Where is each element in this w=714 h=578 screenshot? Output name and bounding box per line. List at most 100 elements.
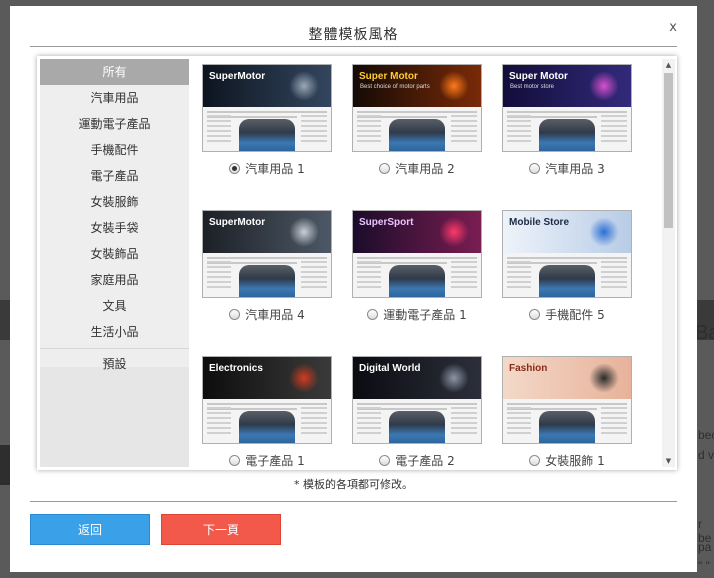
template-thumbnail[interactable]: Electronics [202,356,332,444]
banner-graphic [589,363,619,393]
template-banner: SuperMotor [203,211,331,253]
category-separator [40,348,189,349]
template-tile[interactable]: Digital World 電子產品 2 [352,356,482,469]
template-label: 女裝服飾 1 [545,454,605,468]
preview-sidebar [207,261,231,297]
template-option[interactable]: 電子產品 2 [352,452,482,469]
template-thumbnail[interactable]: Super Motor Best motor store [502,64,632,152]
template-option[interactable]: 手機配件 5 [502,306,632,323]
template-option[interactable]: 汽車用品 1 [202,160,332,177]
preview-text-column [301,261,327,297]
banner-graphic [589,71,619,101]
background-header-bar [0,300,10,340]
scroll-up-icon[interactable]: ▲ [662,59,675,71]
template-tile[interactable]: SuperSport 運動電子產品 1 [352,210,482,323]
radio-button[interactable] [379,455,391,466]
preview-sidebar [207,115,231,151]
background-text-3: d v [698,448,714,462]
next-page-button[interactable]: 下一頁 [161,514,281,545]
preview-line [357,111,477,113]
radio-button[interactable] [529,309,541,320]
template-tile[interactable]: Super Motor Best motor store 汽車用品 3 [502,64,632,177]
footer-divider [30,501,677,502]
template-option[interactable]: 電子產品 1 [202,452,332,469]
preview-text-column [601,115,627,151]
template-thumbnail[interactable]: Super Motor Best choice of motor parts [352,64,482,152]
radio-button[interactable] [229,163,241,174]
dialog-title: 整體模板風格 [308,27,399,43]
preview-sidebar [207,407,231,443]
category-item[interactable]: 女裝服飾 [40,189,189,215]
category-item[interactable]: 電子產品 [40,163,189,189]
template-thumbnail[interactable]: SuperMotor [202,210,332,298]
template-option[interactable]: 汽車用品 2 [352,160,482,177]
category-item[interactable]: 家庭用品 [40,267,189,293]
preview-product-image [389,411,445,443]
template-banner: Mobile Store [503,211,631,253]
template-banner: SuperMotor [203,65,331,107]
preview-sidebar [507,261,531,297]
template-style-dialog: 整體模板風格 x 所有 汽車用品 運動電子產品 手機配件 電子產品 女裝服飾 女裝手袋 女裝飾… [10,6,697,572]
scrollbar-thumb[interactable] [664,73,673,228]
template-option[interactable]: 汽車用品 4 [202,306,332,323]
radio-button[interactable] [229,455,241,466]
radio-button[interactable] [367,309,379,320]
radio-button[interactable] [379,163,391,174]
preview-line [207,111,327,113]
radio-button[interactable] [229,309,241,320]
template-banner: Fashion [503,357,631,399]
radio-button[interactable] [529,163,541,174]
template-thumbnail[interactable]: SuperSport [352,210,482,298]
template-option[interactable]: 運動電子產品 1 [352,306,482,323]
banner-subtitle: Best choice of motor parts [360,84,430,90]
category-item[interactable]: 手機配件 [40,137,189,163]
template-thumbnail[interactable]: Digital World [352,356,482,444]
preview-line [207,257,327,259]
banner-title: Super Motor [359,71,418,82]
background-text-1: Ba [695,322,714,344]
title-divider [30,46,677,47]
preview-product-image [539,119,595,151]
category-item[interactable]: 汽車用品 [40,85,189,111]
preview-sidebar [507,115,531,151]
template-tile[interactable]: SuperMotor 汽車用品 4 [202,210,332,323]
preview-text-column [451,261,477,297]
template-tile[interactable]: SuperMotor 汽車用品 1 [202,64,332,177]
preview-text-column [601,407,627,443]
template-tile[interactable]: Electronics 電子產品 1 [202,356,332,469]
close-icon[interactable]: x [669,20,677,35]
category-item[interactable]: 生活小品 [40,319,189,345]
category-item[interactable]: 所有 [40,59,189,85]
template-thumbnail[interactable]: SuperMotor [202,64,332,152]
preview-text-column [451,115,477,151]
category-item[interactable]: 運動電子產品 [40,111,189,137]
preview-text-column [301,407,327,443]
template-banner: Super Motor Best motor store [503,65,631,107]
template-tile[interactable]: Fashion 女裝服飾 1 [502,356,632,469]
preview-text-column [601,261,627,297]
preview-line [207,403,327,405]
template-thumbnail[interactable]: Fashion [502,356,632,444]
category-item[interactable]: 文具 [40,293,189,319]
banner-graphic [439,71,469,101]
background-footer-bar [0,445,10,485]
preview-line [507,403,627,405]
category-item[interactable]: 女裝手袋 [40,215,189,241]
back-button[interactable]: 返回 [30,514,150,545]
banner-graphic [439,363,469,393]
template-tile[interactable]: Mobile Store 手機配件 5 [502,210,632,323]
category-item[interactable]: 預設 [40,351,189,377]
preview-text-column [451,407,477,443]
preview-line [357,403,477,405]
template-tile[interactable]: Super Motor Best choice of motor parts 汽車用… [352,64,482,177]
grid-scrollbar[interactable]: ▲ ▼ [662,59,675,467]
template-option[interactable]: 汽車用品 3 [502,160,632,177]
template-thumbnail[interactable]: Mobile Store [502,210,632,298]
template-label: 汽車用品 2 [395,162,455,176]
template-label: 汽車用品 1 [245,162,305,176]
template-option[interactable]: 女裝服飾 1 [502,452,632,469]
scroll-down-icon[interactable]: ▼ [662,455,675,467]
category-item[interactable]: 女裝飾品 [40,241,189,267]
radio-button[interactable] [529,455,541,466]
preview-line [507,257,627,259]
